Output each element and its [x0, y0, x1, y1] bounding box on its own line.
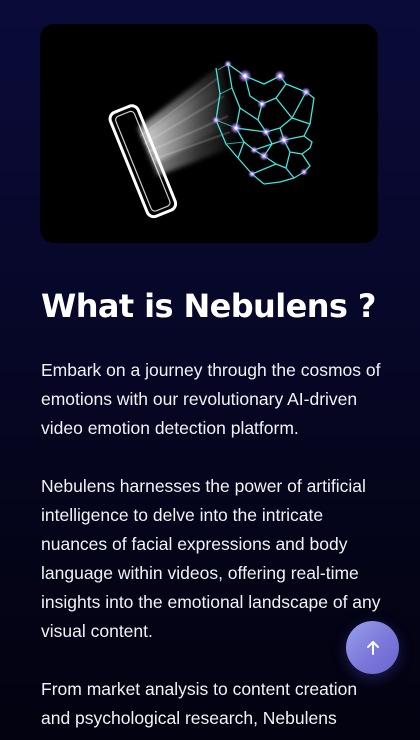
intro-paragraph: Embark on a journey through the cosmos o… [41, 360, 381, 438]
hero-image [40, 24, 378, 243]
about-section: What is Nebulens ? Embark on a journey t… [41, 282, 381, 733]
face-scan-illustration [108, 60, 315, 219]
scroll-to-top-button[interactable] [346, 621, 399, 674]
arrow-up-icon [366, 640, 379, 655]
section-title: What is Nebulens ? [41, 287, 376, 325]
use-cases-paragraph: From market analysis to content creation… [41, 679, 358, 728]
description-paragraph: Nebulens harnesses the power of artifici… [41, 476, 381, 641]
